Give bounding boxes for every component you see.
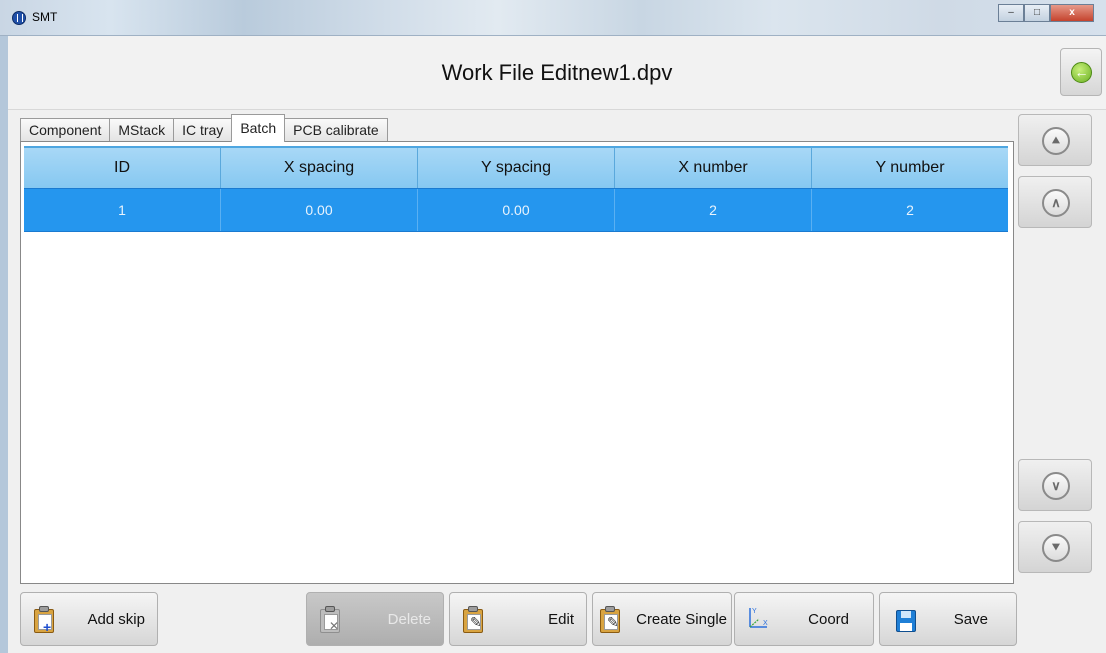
batch-table: ID X spacing Y spacing X number Y number… bbox=[20, 141, 1014, 584]
edit-button[interactable]: ✎ Edit bbox=[449, 592, 587, 646]
back-button[interactable]: ← bbox=[1060, 48, 1102, 96]
create-single-label: Create Single bbox=[636, 611, 727, 628]
window-controls: – □ x bbox=[998, 4, 1094, 22]
column-header-y-spacing[interactable]: Y spacing bbox=[418, 148, 615, 188]
clipboard-delete-icon: ✕ bbox=[317, 606, 343, 634]
coordinate-axes-icon: Y X bbox=[749, 608, 768, 628]
tab-mstack[interactable]: MStack bbox=[109, 118, 175, 142]
tab-ic-tray[interactable]: IC tray bbox=[173, 118, 233, 142]
chevron-down-icon: ∨ bbox=[1042, 472, 1070, 500]
column-header-y-number[interactable]: Y number bbox=[812, 148, 1008, 188]
delete-label: Delete bbox=[387, 611, 431, 628]
window-frame-left bbox=[0, 36, 8, 653]
clipboard-add-icon: + bbox=[31, 606, 57, 634]
cell-y-spacing[interactable]: 0.00 bbox=[418, 189, 615, 231]
floppy-disk-icon bbox=[890, 606, 916, 634]
double-chevron-down-icon: ⯆ bbox=[1042, 534, 1070, 562]
table-header-row: ID X spacing Y spacing X number Y number bbox=[24, 146, 1008, 188]
edit-label: Edit bbox=[548, 611, 574, 628]
window-titlebar: SMT – □ x bbox=[0, 0, 1106, 36]
close-button[interactable]: x bbox=[1050, 4, 1094, 22]
column-header-x-spacing[interactable]: X spacing bbox=[221, 148, 418, 188]
app-logo-icon bbox=[12, 11, 26, 25]
table-row[interactable]: 1 0.00 0.00 2 2 bbox=[24, 188, 1008, 232]
scroll-top-button[interactable]: ⯅ bbox=[1018, 114, 1092, 166]
create-single-button[interactable]: ✎ Create Single bbox=[592, 592, 732, 646]
chevron-up-icon: ∧ bbox=[1042, 189, 1070, 217]
scroll-up-button[interactable]: ∧ bbox=[1018, 176, 1092, 228]
clipboard-edit-icon: ✎ bbox=[597, 606, 623, 634]
tab-bar: Component MStack IC tray Batch PCB calib… bbox=[20, 114, 388, 142]
window-title: SMT bbox=[32, 10, 58, 24]
svg-text:Y: Y bbox=[752, 608, 757, 615]
add-skip-button[interactable]: + Add skip bbox=[20, 592, 158, 646]
cell-x-spacing[interactable]: 0.00 bbox=[221, 189, 418, 231]
cell-id[interactable]: 1 bbox=[24, 189, 221, 231]
coord-label: Coord bbox=[808, 611, 849, 628]
coord-button[interactable]: Y X Coord bbox=[734, 592, 874, 646]
svg-text:X: X bbox=[763, 620, 768, 627]
tab-batch[interactable]: Batch bbox=[231, 114, 286, 142]
page-title: Work File Editnew1.dpv bbox=[441, 60, 673, 85]
left-arrow-icon: ← bbox=[1071, 62, 1092, 83]
cell-y-number[interactable]: 2 bbox=[812, 189, 1008, 231]
scroll-bottom-button[interactable]: ⯆ bbox=[1018, 521, 1092, 573]
tab-pcb-calibrate[interactable]: PCB calibrate bbox=[284, 118, 388, 142]
column-header-id[interactable]: ID bbox=[24, 148, 221, 188]
scroll-down-button[interactable]: ∨ bbox=[1018, 459, 1092, 511]
cell-x-number[interactable]: 2 bbox=[615, 189, 812, 231]
delete-button[interactable]: ✕ Delete bbox=[306, 592, 444, 646]
double-chevron-up-icon: ⯅ bbox=[1042, 127, 1070, 155]
clipboard-edit-icon: ✎ bbox=[460, 606, 486, 634]
column-header-x-number[interactable]: X number bbox=[615, 148, 812, 188]
save-label: Save bbox=[953, 611, 988, 628]
tab-component[interactable]: Component bbox=[20, 118, 111, 142]
save-button[interactable]: Save bbox=[879, 592, 1017, 646]
maximize-button[interactable]: □ bbox=[1024, 4, 1050, 22]
page-header: Work File Editnew1.dpv ← bbox=[8, 36, 1106, 110]
add-skip-label: Add skip bbox=[87, 611, 145, 628]
minimize-button[interactable]: – bbox=[998, 4, 1024, 22]
